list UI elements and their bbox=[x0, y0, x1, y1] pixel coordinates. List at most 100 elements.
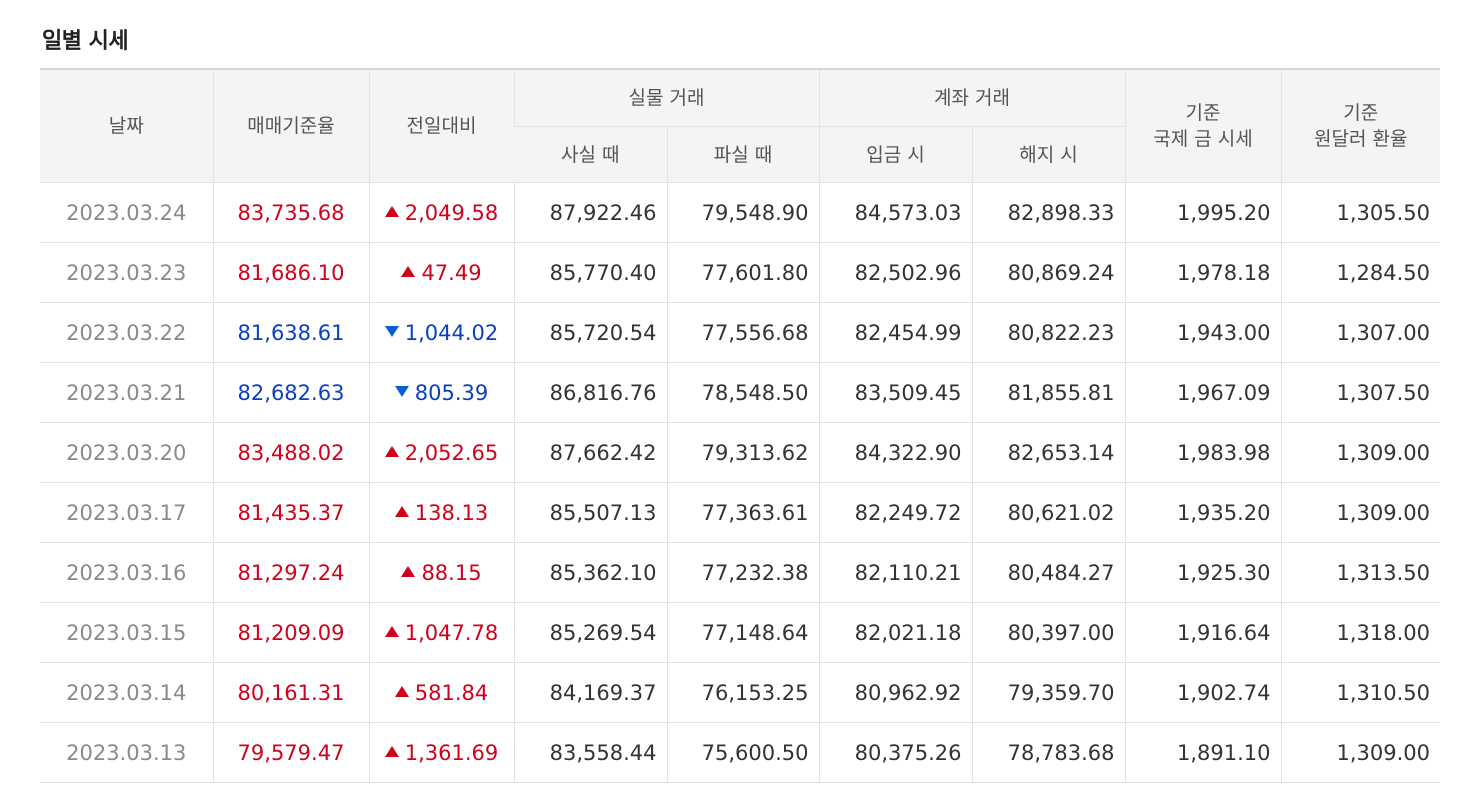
cell-account-deposit: 82,502.96 bbox=[818, 242, 972, 303]
table-row: 2023.03.17 81,435.37 138.13 85,507.13 77… bbox=[40, 482, 1440, 543]
triangle-up-icon bbox=[394, 686, 409, 697]
cell-intl-gold-price: 1,916.64 bbox=[1124, 602, 1281, 663]
cell-physical-sell: 78,548.50 bbox=[666, 362, 819, 423]
cell-account-deposit: 83,509.45 bbox=[818, 362, 972, 423]
cell-change: 1,047.78 bbox=[368, 602, 514, 663]
change-value: 2,052.65 bbox=[404, 440, 499, 465]
cell-change: 138.13 bbox=[368, 482, 514, 543]
cell-intl-gold-price: 1,995.20 bbox=[1124, 182, 1281, 243]
cell-change: 47.49 bbox=[368, 242, 514, 303]
header-account-trade: 계좌 거래 bbox=[818, 69, 1125, 127]
change-value: 47.49 bbox=[421, 260, 482, 285]
cell-base-rate: 81,686.10 bbox=[212, 242, 369, 303]
cell-physical-buy: 83,558.44 bbox=[513, 722, 667, 783]
cell-change: 88.15 bbox=[368, 542, 514, 603]
cell-intl-gold-price: 1,891.10 bbox=[1124, 722, 1281, 783]
cell-fx-rate: 1,309.00 bbox=[1280, 722, 1440, 783]
cell-physical-sell: 77,148.64 bbox=[666, 602, 819, 663]
section-title: 일별 시세 bbox=[42, 29, 129, 54]
cell-date: 2023.03.24 bbox=[40, 182, 213, 243]
cell-physical-sell: 79,313.62 bbox=[666, 422, 819, 483]
triangle-up-icon bbox=[384, 206, 399, 217]
cell-account-close: 80,822.23 bbox=[971, 302, 1125, 363]
cell-account-close: 80,484.27 bbox=[971, 542, 1125, 603]
triangle-down-icon bbox=[394, 386, 409, 397]
cell-physical-sell: 75,600.50 bbox=[666, 722, 819, 783]
table-row: 2023.03.20 83,488.02 2,052.65 87,662.42 … bbox=[40, 422, 1440, 483]
cell-account-close: 80,869.24 bbox=[971, 242, 1125, 303]
cell-fx-rate: 1,313.50 bbox=[1280, 542, 1440, 603]
header-physical-trade: 실물 거래 bbox=[513, 69, 819, 127]
cell-physical-sell: 77,363.61 bbox=[666, 482, 819, 543]
cell-date: 2023.03.17 bbox=[40, 482, 213, 543]
cell-account-deposit: 82,249.72 bbox=[818, 482, 972, 543]
table-row: 2023.03.24 83,735.68 2,049.58 87,922.46 … bbox=[40, 182, 1440, 243]
cell-physical-sell: 76,153.25 bbox=[666, 662, 819, 723]
cell-intl-gold-price: 1,935.20 bbox=[1124, 482, 1281, 543]
cell-intl-gold-price: 1,943.00 bbox=[1124, 302, 1281, 363]
cell-base-rate: 83,735.68 bbox=[212, 182, 369, 243]
change-value: 88.15 bbox=[421, 560, 482, 585]
cell-base-rate: 80,161.31 bbox=[212, 662, 369, 723]
table-header: 날짜 매매기준율 전일대비 실물 거래 계좌 거래 기준 국제 금 시세 기준 … bbox=[40, 69, 1440, 183]
header-intl-line2: 국제 금 시세 bbox=[1153, 128, 1253, 150]
cell-change: 2,052.65 bbox=[368, 422, 514, 483]
table-row: 2023.03.22 81,638.61 1,044.02 85,720.54 … bbox=[40, 302, 1440, 363]
cell-account-close: 82,653.14 bbox=[971, 422, 1125, 483]
cell-account-deposit: 82,110.21 bbox=[818, 542, 972, 603]
header-intl-line1: 기준 bbox=[1185, 102, 1221, 124]
cell-base-rate: 81,209.09 bbox=[212, 602, 369, 663]
header-base-rate: 매매기준율 bbox=[212, 69, 369, 183]
change-value: 1,047.78 bbox=[404, 620, 499, 645]
cell-account-close: 80,397.00 bbox=[971, 602, 1125, 663]
triangle-up-icon bbox=[384, 446, 399, 457]
header-change: 전일대비 bbox=[368, 69, 514, 183]
cell-account-close: 80,621.02 bbox=[971, 482, 1125, 543]
header-intl-gold-price: 기준 국제 금 시세 bbox=[1124, 69, 1281, 183]
header-physical-buy: 사실 때 bbox=[514, 126, 667, 183]
change-value: 2,049.58 bbox=[404, 200, 499, 225]
cell-physical-buy: 84,169.37 bbox=[513, 662, 667, 723]
table-row: 2023.03.13 79,579.47 1,361.69 83,558.44 … bbox=[40, 722, 1440, 783]
cell-account-close: 78,783.68 bbox=[971, 722, 1125, 783]
cell-physical-sell: 79,548.90 bbox=[666, 182, 819, 243]
cell-change: 1,361.69 bbox=[368, 722, 514, 783]
cell-physical-buy: 85,269.54 bbox=[513, 602, 667, 663]
daily-price-table: 날짜 매매기준율 전일대비 실물 거래 계좌 거래 기준 국제 금 시세 기준 … bbox=[40, 68, 1440, 783]
cell-physical-buy: 85,362.10 bbox=[513, 542, 667, 603]
cell-date: 2023.03.15 bbox=[40, 602, 213, 663]
cell-physical-sell: 77,601.80 bbox=[666, 242, 819, 303]
triangle-up-icon bbox=[401, 266, 416, 277]
header-fx-rate: 기준 원달러 환율 bbox=[1280, 69, 1440, 183]
cell-intl-gold-price: 1,925.30 bbox=[1124, 542, 1281, 603]
table-row: 2023.03.23 81,686.10 47.49 85,770.40 77,… bbox=[40, 242, 1440, 303]
cell-physical-buy: 85,770.40 bbox=[513, 242, 667, 303]
change-value: 805.39 bbox=[414, 380, 489, 405]
cell-physical-buy: 86,816.76 bbox=[513, 362, 667, 423]
cell-base-rate: 81,638.61 bbox=[212, 302, 369, 363]
cell-intl-gold-price: 1,983.98 bbox=[1124, 422, 1281, 483]
table-row: 2023.03.16 81,297.24 88.15 85,362.10 77,… bbox=[40, 542, 1440, 603]
table-row: 2023.03.14 80,161.31 581.84 84,169.37 76… bbox=[40, 662, 1440, 723]
cell-change: 2,049.58 bbox=[368, 182, 514, 243]
cell-account-close: 81,855.81 bbox=[971, 362, 1125, 423]
cell-physical-buy: 85,720.54 bbox=[513, 302, 667, 363]
cell-date: 2023.03.20 bbox=[40, 422, 213, 483]
cell-base-rate: 81,297.24 bbox=[212, 542, 369, 603]
cell-account-deposit: 80,375.26 bbox=[818, 722, 972, 783]
triangle-down-icon bbox=[384, 326, 399, 337]
cell-account-close: 82,898.33 bbox=[971, 182, 1125, 243]
header-account-close: 해지 시 bbox=[971, 126, 1125, 183]
cell-change: 1,044.02 bbox=[368, 302, 514, 363]
header-date: 날짜 bbox=[40, 69, 213, 183]
cell-fx-rate: 1,307.00 bbox=[1280, 302, 1440, 363]
cell-account-close: 79,359.70 bbox=[971, 662, 1125, 723]
triangle-up-icon bbox=[384, 626, 399, 637]
cell-date: 2023.03.21 bbox=[40, 362, 213, 423]
cell-date: 2023.03.22 bbox=[40, 302, 213, 363]
header-account-deposit: 입금 시 bbox=[818, 126, 972, 183]
cell-change: 581.84 bbox=[368, 662, 514, 723]
cell-fx-rate: 1,309.00 bbox=[1280, 422, 1440, 483]
header-fx-line1: 기준 bbox=[1343, 102, 1379, 124]
header-physical-sell: 파실 때 bbox=[666, 126, 819, 183]
